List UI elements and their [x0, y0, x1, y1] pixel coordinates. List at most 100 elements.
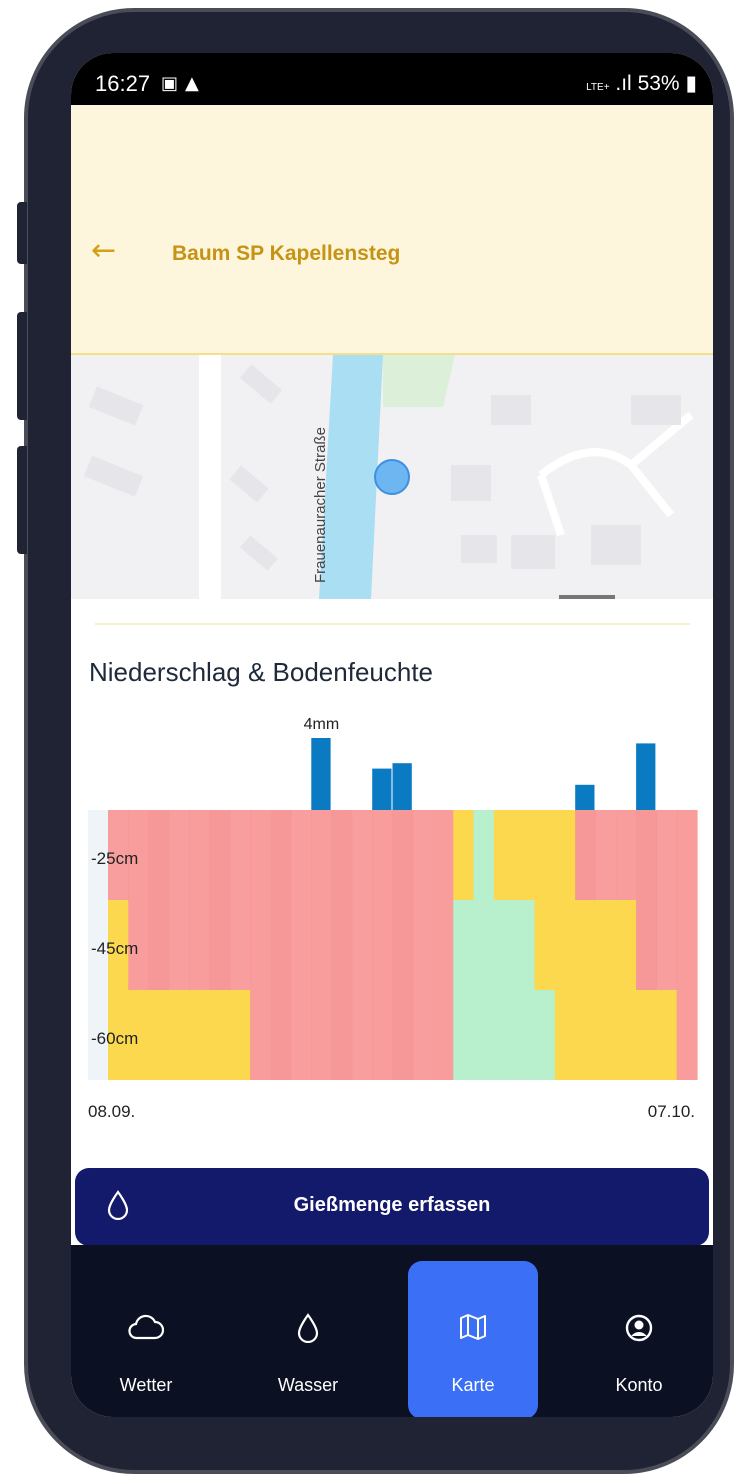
moisture-cell — [168, 810, 190, 900]
moisture-cell — [615, 900, 637, 990]
precipitation-bar — [311, 738, 331, 810]
nav-item-wasser[interactable]: Wasser — [243, 1261, 373, 1417]
moisture-cell — [575, 810, 597, 900]
moisture-cell — [148, 900, 170, 990]
moisture-cell — [534, 900, 556, 990]
nav-item-konto[interactable]: Konto — [574, 1261, 704, 1417]
power-button — [17, 446, 27, 554]
moisture-cell — [148, 990, 170, 1080]
moisture-cell — [656, 900, 678, 990]
moisture-cell — [595, 810, 617, 900]
moisture-cell — [311, 990, 333, 1080]
x-end-label: 07.10. — [648, 1102, 695, 1121]
cloud-icon — [81, 1313, 211, 1341]
moisture-cell — [189, 810, 211, 900]
moisture-cell — [615, 810, 637, 900]
moisture-cell — [412, 990, 434, 1080]
tree-marker[interactable] — [374, 459, 410, 495]
nav-label-karte: Karte — [451, 1375, 495, 1395]
chart-canvas: 4mm -25cm -45cm -60cm 08.09. 07.10. — [88, 716, 698, 1121]
precipitation-bar — [372, 768, 392, 810]
moisture-cell — [250, 810, 272, 900]
arrow-left-icon[interactable]: ← — [91, 233, 116, 268]
bottom-nav: Wetter Wasser Karte Konto — [71, 1245, 713, 1417]
moisture-cell — [595, 990, 617, 1080]
moisture-cell — [473, 990, 495, 1080]
volume-button — [17, 312, 27, 420]
depth-label: -60cm — [91, 1029, 138, 1048]
moisture-cell — [229, 990, 251, 1080]
moisture-cell — [189, 990, 211, 1080]
moisture-cell — [189, 900, 211, 990]
moisture-cell — [453, 990, 475, 1080]
moisture-cell — [636, 900, 657, 990]
moisture-cell — [493, 810, 515, 900]
divider — [95, 623, 690, 625]
moisture-cell — [392, 990, 414, 1080]
nav-label-wasser: Wasser — [277, 1375, 339, 1395]
app-header: ← Baum SP Kapellensteg — [71, 105, 713, 355]
depth-label: -45cm — [91, 939, 138, 958]
moisture-cell — [311, 900, 333, 990]
precipitation-bar — [575, 784, 595, 810]
moisture-cell — [372, 900, 393, 990]
moisture-cell — [615, 990, 637, 1080]
moisture-cell — [514, 810, 536, 900]
moisture-cell — [168, 990, 190, 1080]
moisture-cell — [493, 990, 515, 1080]
moisture-cell — [229, 810, 251, 900]
moisture-cell — [473, 900, 495, 990]
giessmenge-label: Gießmenge erfassen — [293, 1194, 491, 1216]
road — [199, 355, 221, 599]
moisture-cell — [331, 810, 353, 900]
precipitation-bar — [392, 763, 412, 810]
moisture-cell — [351, 900, 373, 990]
nav-item-karte[interactable]: Karte — [408, 1261, 538, 1417]
notch — [209, 53, 575, 105]
moisture-cell — [493, 900, 515, 990]
moisture-cell — [250, 900, 272, 990]
moisture-cell — [290, 990, 312, 1080]
moisture-cell — [209, 900, 231, 990]
nav-item-wetter[interactable]: Wetter — [81, 1261, 211, 1417]
moisture-cell — [636, 990, 657, 1080]
moisture-cell — [432, 900, 454, 990]
moisture-cell — [432, 990, 454, 1080]
page-title: Baum SP Kapellensteg — [172, 242, 401, 265]
moisture-cell — [351, 990, 373, 1080]
moisture-cell — [554, 810, 576, 900]
moisture-cell — [575, 900, 597, 990]
moisture-cell — [656, 990, 678, 1080]
signal-icon: .ıl — [615, 72, 632, 95]
moisture-cell — [412, 810, 434, 900]
depth-label: -25cm — [91, 849, 138, 868]
moisture-cell — [595, 900, 617, 990]
battery-level: 53% — [637, 72, 680, 95]
moisture-cell — [453, 900, 475, 990]
gallery-icon: ▣ — [161, 73, 179, 94]
moisture-cell — [290, 810, 312, 900]
moisture-cell — [270, 900, 292, 990]
giessmenge-button[interactable]: Gießmenge erfassen — [75, 1168, 709, 1246]
moisture-cell — [656, 810, 678, 900]
moisture-cell — [392, 900, 414, 990]
moisture-cell — [636, 810, 657, 900]
moisture-cell — [290, 900, 312, 990]
moisture-cell — [676, 990, 698, 1080]
moisture-cell — [148, 810, 170, 900]
precipitation-bar — [636, 743, 656, 810]
moisture-cell — [575, 990, 597, 1080]
map-icon — [408, 1313, 538, 1341]
chart-title: Niederschlag & Bodenfeuchte — [89, 657, 434, 687]
map-view[interactable]: Frauenauracher Straße — [71, 355, 713, 599]
moisture-cell — [351, 810, 373, 900]
moisture-cell — [554, 990, 576, 1080]
moisture-cell — [270, 810, 292, 900]
account-icon — [574, 1313, 704, 1343]
moisture-cell — [534, 810, 556, 900]
status-right: LTE+ .ıl 53% ▮ — [586, 71, 697, 96]
moisture-cell — [209, 810, 231, 900]
nav-label-konto: Konto — [615, 1375, 663, 1395]
nav-label-wetter: Wetter — [119, 1375, 173, 1395]
bar-value-label: 4mm — [304, 716, 340, 733]
